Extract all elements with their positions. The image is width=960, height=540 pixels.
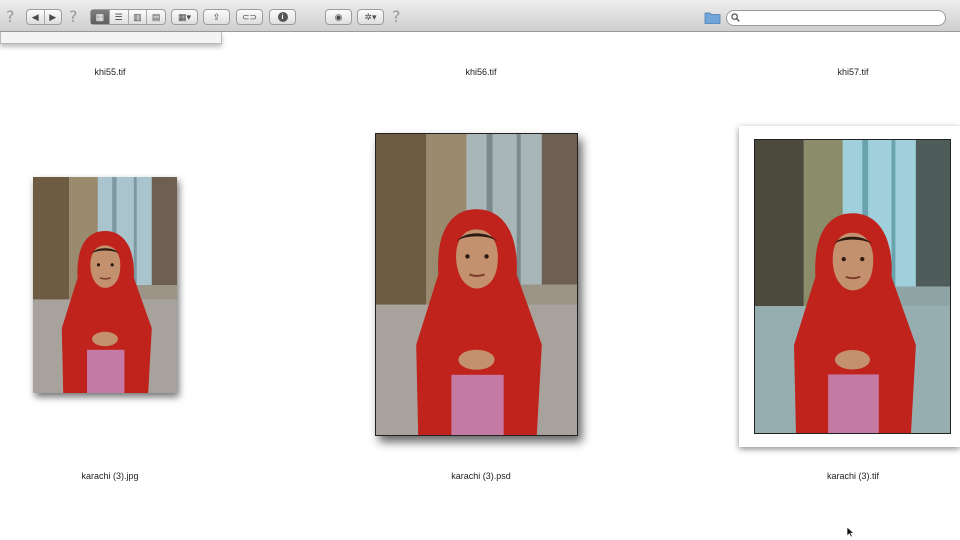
- view-mode-buttons: ▦ ☰ ▥ ▤: [90, 9, 166, 25]
- help-icon[interactable]: ?: [392, 7, 401, 26]
- coverflow-view-button[interactable]: ▤: [147, 10, 165, 24]
- folder-icon[interactable]: [704, 11, 721, 24]
- mouse-pointer-icon: [846, 526, 855, 538]
- action-button[interactable]: ✲▾: [357, 9, 384, 25]
- file-thumbnail-jpg[interactable]: [33, 177, 177, 393]
- forward-button[interactable]: ▶: [45, 10, 62, 24]
- arrange-button[interactable]: ▦▾: [171, 9, 198, 25]
- file-thumbnail-tif[interactable]: [739, 126, 960, 447]
- file-label[interactable]: khi56.tif: [391, 67, 571, 77]
- file-label[interactable]: karachi (3).tif: [763, 471, 943, 481]
- get-info-button[interactable]: i: [269, 9, 296, 25]
- quick-look-button[interactable]: ◉: [325, 9, 352, 25]
- file-label[interactable]: khi57.tif: [763, 67, 943, 77]
- back-forward-buttons: ◀ ▶: [26, 9, 62, 25]
- portrait-photo: [33, 177, 177, 393]
- file-label[interactable]: khi55.tif: [20, 67, 200, 77]
- icon-view-button[interactable]: ▦: [91, 10, 110, 24]
- list-view-button[interactable]: ☰: [110, 10, 129, 24]
- photo-frame: [754, 139, 951, 434]
- search-icon: [731, 13, 740, 22]
- share-button[interactable]: ⇪: [203, 9, 230, 25]
- info-icon: i: [277, 12, 288, 22]
- help-icon[interactable]: ?: [6, 7, 15, 26]
- portrait-photo: [755, 140, 950, 433]
- partial-window: [0, 32, 222, 44]
- column-view-button[interactable]: ▥: [129, 10, 148, 24]
- file-label[interactable]: karachi (3).jpg: [20, 471, 200, 481]
- finder-toolbar: ? ◀ ▶ ? ▦ ☰ ▥ ▤ ▦▾ ⇪ ⊂⊃ i ◉ ✲▾ ?: [0, 0, 960, 32]
- search-input[interactable]: [726, 10, 946, 26]
- file-label[interactable]: karachi (3).psd: [391, 471, 571, 481]
- portrait-photo: [376, 134, 577, 435]
- file-thumbnail-psd[interactable]: [375, 133, 578, 436]
- help-icon[interactable]: ?: [69, 7, 78, 26]
- back-button[interactable]: ◀: [27, 10, 45, 24]
- tag-button[interactable]: ⊂⊃: [236, 9, 263, 25]
